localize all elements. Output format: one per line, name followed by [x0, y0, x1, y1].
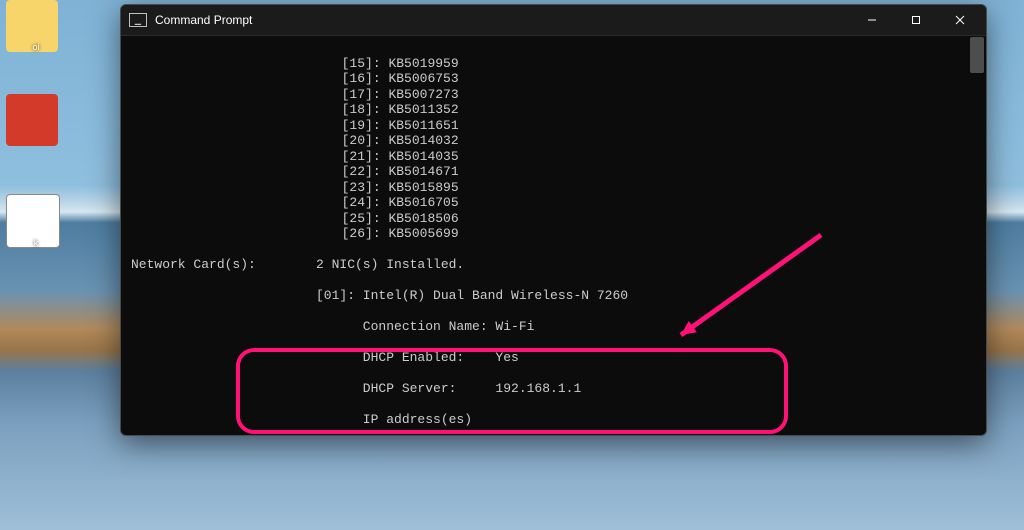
hotfix-row: [16]: KB5006753 — [131, 71, 974, 87]
command-prompt-window: ▁ Command Prompt [15]: KB5019959 [16]: K… — [120, 4, 987, 436]
hotfix-row: [24]: KB5016705 — [131, 195, 974, 211]
desktop-icon-label: oi — [2, 42, 70, 52]
maximize-button[interactable] — [894, 5, 938, 35]
nic1-header: [01]: Intel(R) Dual Band Wireless-N 7260 — [316, 288, 974, 304]
hotfix-row: [19]: KB5011651 — [131, 118, 974, 134]
cmd-icon: ▁ — [129, 13, 147, 27]
hotfix-row: [23]: KB5015895 — [131, 180, 974, 196]
minimize-button[interactable] — [850, 5, 894, 35]
titlebar[interactable]: ▁ Command Prompt — [121, 5, 986, 36]
window-title: Command Prompt — [155, 13, 850, 27]
scrollbar-thumb[interactable] — [970, 37, 984, 73]
nic1-connection: Connection Name: Wi-Fi — [316, 319, 974, 335]
desktop-icon-app[interactable] — [6, 94, 58, 146]
network-cards-label: Network Card(s): — [131, 257, 316, 273]
terminal-output[interactable]: [15]: KB5019959 [16]: KB5006753 [17]: KB… — [121, 36, 986, 435]
nic1-dhcp: DHCP Enabled: Yes — [316, 350, 974, 366]
hotfix-row: [21]: KB5014035 — [131, 149, 974, 165]
close-button[interactable] — [938, 5, 982, 35]
hotfix-row: [18]: KB5011352 — [131, 102, 974, 118]
hotfix-row: [15]: KB5019959 — [131, 56, 974, 72]
hotfix-row: [26]: KB5005699 — [131, 226, 974, 242]
nic1-dhcp-server: DHCP Server: 192.168.1.1 — [316, 381, 974, 397]
hotfix-row: [22]: KB5014671 — [131, 164, 974, 180]
network-summary: 2 NIC(s) Installed. — [316, 257, 974, 273]
scrollbar[interactable] — [970, 37, 984, 431]
hotfix-row: [25]: KB5018506 — [131, 211, 974, 227]
nic1-ip-header: IP address(es) — [316, 412, 974, 428]
hotfix-row: [17]: KB5007273 — [131, 87, 974, 103]
desktop-icon-label: k — [2, 238, 70, 248]
hotfix-row: [20]: KB5014032 — [131, 133, 974, 149]
